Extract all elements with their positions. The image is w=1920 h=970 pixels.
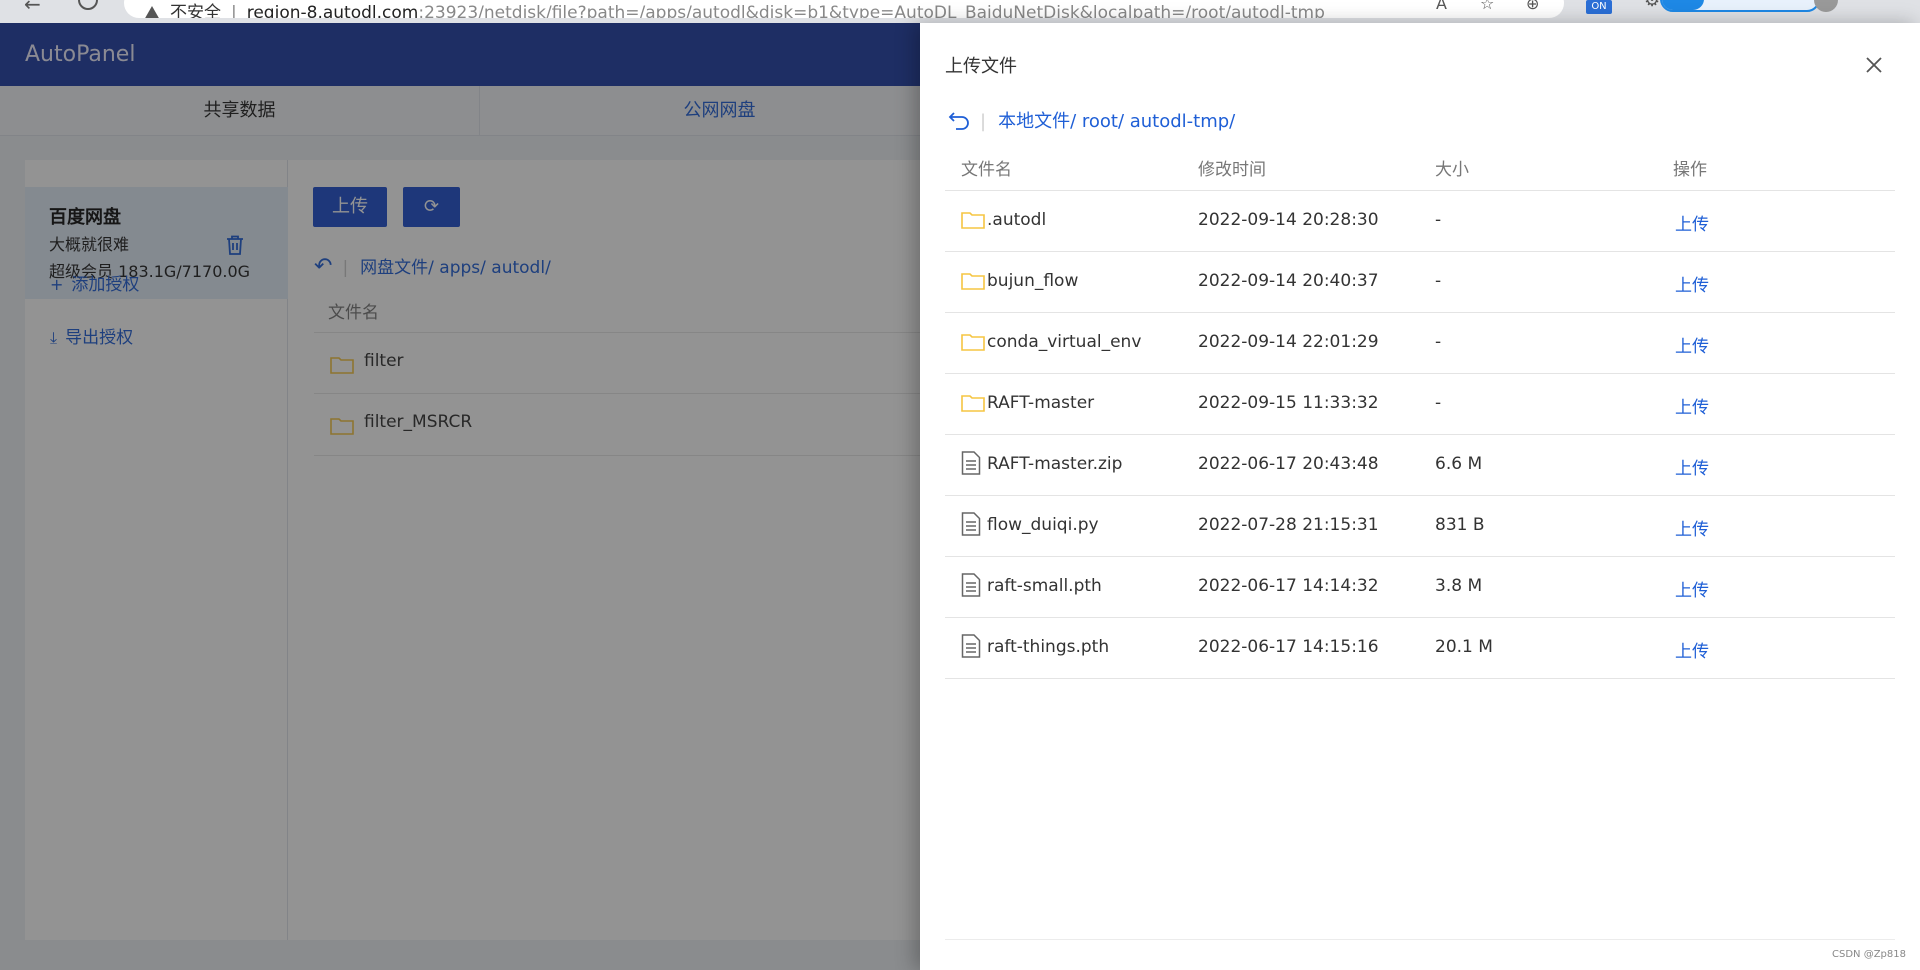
avatar[interactable] xyxy=(1814,0,1838,12)
drawer-title: 上传文件 xyxy=(945,56,1017,77)
col-name: 文件名 xyxy=(961,160,1012,180)
address-path: :23923/netdisk/file?path=/apps/autodl&di… xyxy=(418,3,1325,18)
row-name[interactable]: RAFT-master.zip xyxy=(987,454,1122,474)
col-action: 操作 xyxy=(1673,160,1707,180)
col-size: 大小 xyxy=(1435,160,1469,180)
modal-overlay[interactable] xyxy=(0,23,920,970)
table-row[interactable]: raft-small.pth 2022-06-17 14:14:32 3.8 M 上传 xyxy=(945,557,1895,618)
watermark: CSDN @Zp818 xyxy=(1832,949,1906,960)
row-size: 831 B xyxy=(1435,515,1485,535)
row-mtime: 2022-07-28 21:15:31 xyxy=(1198,515,1379,535)
close-icon[interactable] xyxy=(1864,55,1884,75)
upload-link[interactable]: 上传 xyxy=(1675,454,1709,479)
file-icon xyxy=(961,634,981,662)
local-file-table: 文件名 修改时间 大小 操作 .autodl 2022-09-14 20:28:3… xyxy=(945,151,1895,679)
reload-icon[interactable] xyxy=(78,0,98,10)
table-body: .autodl 2022-09-14 20:28:30 - 上传 bujun_flow 2… xyxy=(945,191,1895,679)
folder-icon xyxy=(961,332,985,355)
table-header: 文件名 修改时间 大小 操作 xyxy=(945,151,1895,191)
security-label: 不安全 xyxy=(170,3,221,18)
divider xyxy=(945,939,1895,940)
upload-link[interactable]: 上传 xyxy=(1675,271,1709,296)
row-size: 6.6 M xyxy=(1435,454,1483,474)
row-mtime: 2022-06-17 14:14:32 xyxy=(1198,576,1379,596)
row-size: - xyxy=(1435,332,1442,352)
on-badge[interactable]: ON xyxy=(1586,0,1612,14)
table-row[interactable]: flow_duiqi.py 2022-07-28 21:15:31 831 B 上传 xyxy=(945,496,1895,557)
folder-icon xyxy=(961,210,985,233)
folder-icon xyxy=(961,393,985,416)
upload-link[interactable]: 上传 xyxy=(1675,637,1709,662)
local-breadcrumb[interactable]: | 本地文件/ root/ autodl-tmp/ xyxy=(948,107,1235,133)
row-name[interactable]: raft-small.pth xyxy=(987,576,1102,596)
file-icon xyxy=(961,573,981,601)
back-icon[interactable] xyxy=(948,110,970,130)
warning-icon xyxy=(144,6,160,18)
table-row[interactable]: RAFT-master 2022-09-15 11:33:32 - 上传 xyxy=(945,374,1895,435)
upload-link[interactable]: 上传 xyxy=(1675,210,1709,235)
row-name[interactable]: .autodl xyxy=(987,210,1046,230)
read-aloud-icon[interactable]: A xyxy=(1436,0,1447,13)
file-icon xyxy=(961,451,981,479)
address-bar[interactable]: 不安全 | region-8.autodl.com:23923/netdisk/fi… xyxy=(124,0,1564,18)
row-size: - xyxy=(1435,271,1442,291)
row-name[interactable]: conda_virtual_env xyxy=(987,332,1141,352)
row-mtime: 2022-09-14 22:01:29 xyxy=(1198,332,1379,352)
table-row[interactable]: .autodl 2022-09-14 20:28:30 - 上传 xyxy=(945,191,1895,252)
row-mtime: 2022-09-14 20:40:37 xyxy=(1198,271,1379,291)
file-icon xyxy=(961,512,981,540)
row-name[interactable]: raft-things.pth xyxy=(987,637,1109,657)
row-size: 3.8 M xyxy=(1435,576,1483,596)
table-row[interactable]: bujun_flow 2022-09-14 20:40:37 - 上传 xyxy=(945,252,1895,313)
row-name[interactable]: bujun_flow xyxy=(987,271,1078,291)
row-name[interactable]: RAFT-master xyxy=(987,393,1094,413)
browser-chrome: ← 不安全 | region-8.autodl.com:23923/netdisk/… xyxy=(0,0,1920,23)
upload-drawer: 上传文件 | 本地文件/ root/ autodl-tmp/ 文件名 修改时间 大… xyxy=(920,23,1920,970)
row-mtime: 2022-09-14 20:28:30 xyxy=(1198,210,1379,230)
gear-icon[interactable]: ⚙ xyxy=(1644,0,1660,11)
row-mtime: 2022-06-17 20:43:48 xyxy=(1198,454,1379,474)
row-size: - xyxy=(1435,393,1442,413)
address-host: region-8.autodl.com xyxy=(246,3,419,18)
upload-link[interactable]: 上传 xyxy=(1675,515,1709,540)
row-size: - xyxy=(1435,210,1442,230)
row-mtime: 2022-09-15 11:33:32 xyxy=(1198,393,1379,413)
table-row[interactable]: raft-things.pth 2022-06-17 14:15:16 20.1 M… xyxy=(945,618,1895,679)
back-arrow-icon[interactable]: ← xyxy=(24,0,41,16)
table-row[interactable]: RAFT-master.zip 2022-06-17 20:43:48 6.6 M 上… xyxy=(945,435,1895,496)
profile-pill[interactable] xyxy=(1660,0,1820,12)
upload-link[interactable]: 上传 xyxy=(1675,332,1709,357)
table-row[interactable]: conda_virtual_env 2022-09-14 22:01:29 - 上传 xyxy=(945,313,1895,374)
folder-icon xyxy=(961,271,985,294)
row-name[interactable]: flow_duiqi.py xyxy=(987,515,1099,535)
row-size: 20.1 M xyxy=(1435,637,1493,657)
favorite-icon[interactable]: ☆ xyxy=(1480,0,1494,13)
extension-icon[interactable]: ⊕ xyxy=(1526,0,1539,13)
upload-link[interactable]: 上传 xyxy=(1675,576,1709,601)
upload-link[interactable]: 上传 xyxy=(1675,393,1709,418)
row-mtime: 2022-06-17 14:15:16 xyxy=(1198,637,1379,657)
col-mtime: 修改时间 xyxy=(1198,160,1266,180)
